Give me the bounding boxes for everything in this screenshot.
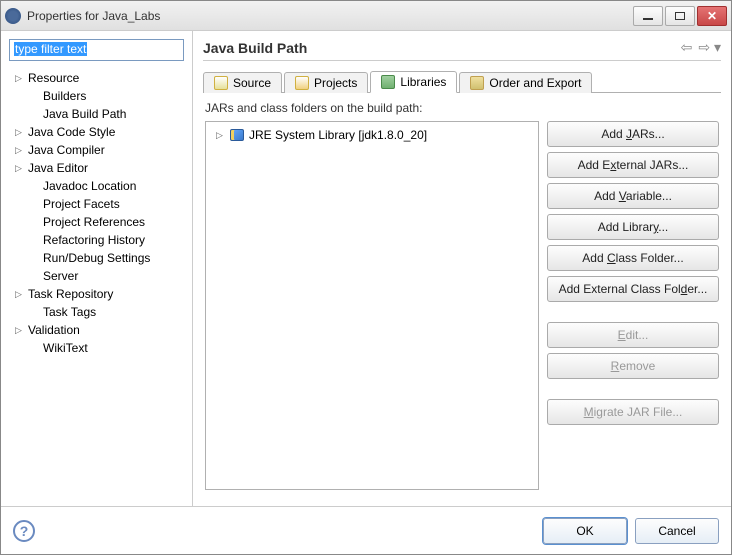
properties-dialog: Properties for Java_Labs ✕ type filter t… (0, 0, 732, 555)
jre-library-icon (230, 129, 244, 141)
source-folder-icon (214, 76, 228, 90)
migrate-jar-button: Migrate JAR File... (547, 399, 719, 425)
content-header: Java Build Path ⇦ ⇨ ▾ (203, 39, 721, 61)
libraries-panel: JARs and class folders on the build path… (203, 93, 721, 498)
help-icon[interactable]: ? (13, 520, 35, 542)
filter-input[interactable]: type filter text (9, 39, 184, 61)
close-button[interactable]: ✕ (697, 6, 727, 26)
build-path-tabs: Source Projects Libraries Order and Expo… (203, 67, 721, 93)
eclipse-icon (5, 8, 21, 24)
tree-item-project-references[interactable]: Project References (9, 213, 184, 231)
dialog-footer: ? OK Cancel (1, 506, 731, 554)
edit-button: Edit... (547, 322, 719, 348)
library-entry[interactable]: ▷ JRE System Library [jdk1.8.0_20] (210, 126, 534, 144)
tab-source[interactable]: Source (203, 72, 282, 93)
back-arrow-icon[interactable]: ⇦ (681, 39, 693, 56)
properties-tree: ▷Resource Builders Java Build Path ▷Java… (9, 69, 184, 357)
properties-tree-sidebar: type filter text ▷Resource Builders Java… (1, 31, 193, 506)
tree-item-refactoring-history[interactable]: Refactoring History (9, 231, 184, 249)
content-pane: Java Build Path ⇦ ⇨ ▾ Source Projects Li… (193, 31, 731, 506)
tab-projects[interactable]: Projects (284, 72, 368, 93)
window-title: Properties for Java_Labs (27, 9, 633, 23)
ok-button[interactable]: OK (543, 518, 627, 544)
add-variable-button[interactable]: Add Variable... (547, 183, 719, 209)
libraries-icon (381, 75, 395, 89)
library-label: JRE System Library [jdk1.8.0_20] (249, 128, 427, 142)
window-controls: ✕ (633, 6, 727, 26)
tree-item-task-tags[interactable]: Task Tags (9, 303, 184, 321)
tree-item-wikitext[interactable]: WikiText (9, 339, 184, 357)
tree-item-builders[interactable]: Builders (9, 87, 184, 105)
tree-item-task-repository[interactable]: ▷Task Repository (9, 285, 184, 303)
add-class-folder-button[interactable]: Add Class Folder... (547, 245, 719, 271)
libraries-list[interactable]: ▷ JRE System Library [jdk1.8.0_20] (205, 121, 539, 490)
dialog-body: type filter text ▷Resource Builders Java… (1, 31, 731, 554)
forward-arrow-icon[interactable]: ⇨ ▾ (698, 39, 721, 56)
tab-libraries[interactable]: Libraries (370, 71, 457, 93)
add-jars-button[interactable]: Add JARs... (547, 121, 719, 147)
nav-controls: ⇦ ⇨ ▾ (681, 39, 721, 56)
tree-item-project-facets[interactable]: Project Facets (9, 195, 184, 213)
libraries-buttons: Add JARs... Add External JARs... Add Var… (547, 121, 719, 490)
tree-item-java-code-style[interactable]: ▷Java Code Style (9, 123, 184, 141)
maximize-button[interactable] (665, 6, 695, 26)
cancel-button[interactable]: Cancel (635, 518, 719, 544)
libraries-description: JARs and class folders on the build path… (205, 101, 719, 115)
order-export-icon (470, 76, 484, 90)
tab-order-export[interactable]: Order and Export (459, 72, 592, 93)
add-external-class-folder-button[interactable]: Add External Class Folder... (547, 276, 719, 302)
titlebar: Properties for Java_Labs ✕ (1, 1, 731, 31)
tree-item-javadoc-location[interactable]: Javadoc Location (9, 177, 184, 195)
page-title: Java Build Path (203, 40, 307, 56)
tree-item-validation[interactable]: ▷Validation (9, 321, 184, 339)
tree-item-java-editor[interactable]: ▷Java Editor (9, 159, 184, 177)
tree-item-run-debug-settings[interactable]: Run/Debug Settings (9, 249, 184, 267)
minimize-button[interactable] (633, 6, 663, 26)
add-external-jars-button[interactable]: Add External JARs... (547, 152, 719, 178)
add-library-button[interactable]: Add Library... (547, 214, 719, 240)
tree-item-resource[interactable]: ▷Resource (9, 69, 184, 87)
expand-icon[interactable]: ▷ (214, 130, 225, 141)
tree-item-server[interactable]: Server (9, 267, 184, 285)
tree-item-java-build-path[interactable]: Java Build Path (9, 105, 184, 123)
remove-button: Remove (547, 353, 719, 379)
tree-item-java-compiler[interactable]: ▷Java Compiler (9, 141, 184, 159)
projects-icon (295, 76, 309, 90)
